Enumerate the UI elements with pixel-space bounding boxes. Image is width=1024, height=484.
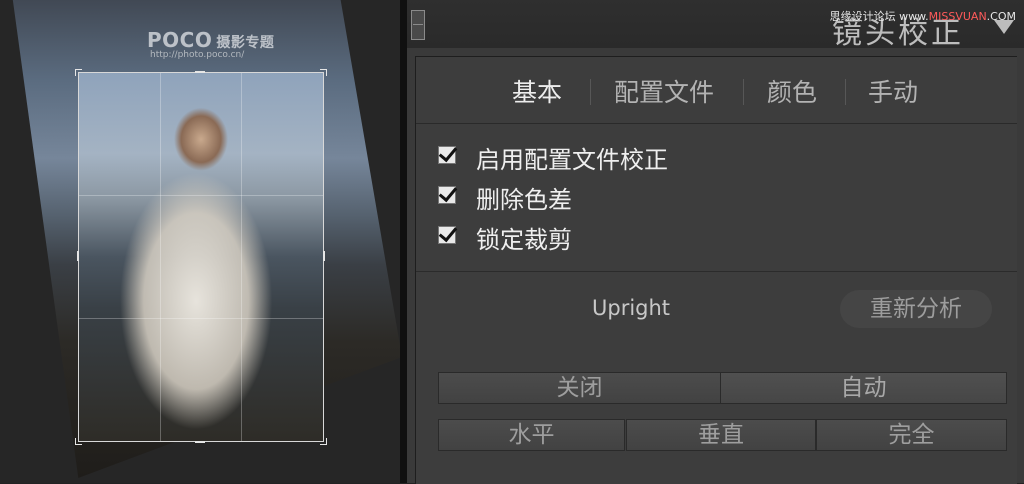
- upright-label: Upright: [592, 296, 671, 320]
- crop-handle-bottom-right[interactable]: [320, 438, 327, 445]
- tab-separator: [845, 79, 846, 105]
- photo-canvas[interactable]: POCO 摄影专题 http://photo.poco.cn/: [0, 0, 400, 483]
- checkbox-label: 启用配置文件校正: [476, 146, 668, 174]
- watermark-url: http://photo.poco.cn/: [150, 50, 245, 60]
- crop-grid-h1: [79, 195, 323, 196]
- crop-handle-right[interactable]: [323, 251, 325, 261]
- watermark-logo: POCO 摄影专题: [147, 28, 274, 52]
- checkbox-label: 锁定裁剪: [476, 226, 572, 254]
- crop-grid-v2: [241, 73, 242, 441]
- upright-level-button[interactable]: 水平: [438, 419, 625, 451]
- checkbox-constrain-crop[interactable]: [438, 226, 456, 244]
- upright-full-button[interactable]: 完全: [816, 419, 1007, 451]
- tab-color[interactable]: 颜色: [767, 73, 817, 109]
- checkbox-label: 删除色差: [476, 186, 572, 214]
- upright-off-button[interactable]: 关闭: [438, 372, 721, 404]
- reanalyze-button[interactable]: 重新分析: [840, 290, 992, 328]
- crop-handle-bottom[interactable]: [195, 441, 205, 443]
- site-watermark-suffix: .COM: [986, 10, 1016, 23]
- crop-handle-top[interactable]: [195, 71, 205, 73]
- tab-separator: [590, 79, 591, 105]
- pane-divider: [400, 0, 407, 483]
- panel-body: 基本 配置文件 颜色 手动 启用配置文件校正 删除色差 锁定裁剪 Upright…: [415, 56, 1017, 484]
- site-watermark: 思缘设计论坛 www.MISSVUAN.COM: [830, 8, 1016, 24]
- crop-handle-bottom-left[interactable]: [75, 438, 82, 445]
- upright-auto-button[interactable]: 自动: [720, 372, 1007, 404]
- watermark-logo-text: POCO: [147, 28, 213, 52]
- crop-grid-v1: [160, 73, 161, 441]
- tab-basic[interactable]: 基本: [512, 73, 562, 109]
- tab-bar: 基本 配置文件 颜色 手动: [416, 57, 1017, 124]
- checkbox-remove-ca[interactable]: [438, 186, 456, 204]
- panel-toggle-switch[interactable]: [411, 10, 425, 40]
- site-watermark-www: www.: [899, 10, 929, 23]
- watermark-logo-sub: 摄影专题: [216, 35, 275, 51]
- crop-overlay[interactable]: [75, 69, 327, 445]
- crop-handle-top-left[interactable]: [75, 69, 82, 76]
- checkbox-profile-correction[interactable]: [438, 146, 456, 164]
- panel-header[interactable]: 镜头校正 思缘设计论坛 www.MISSVUAN.COM: [407, 0, 1024, 51]
- upright-vertical-button[interactable]: 垂直: [626, 419, 816, 451]
- tab-profile[interactable]: 配置文件: [614, 73, 714, 109]
- lens-correction-panel: 镜头校正 思缘设计论坛 www.MISSVUAN.COM 基本 配置文件 颜色 …: [407, 0, 1024, 484]
- section-divider: [416, 271, 1017, 272]
- site-watermark-highlight: MISSVUAN: [928, 10, 987, 23]
- tab-separator: [743, 79, 744, 105]
- crop-grid-h2: [79, 318, 323, 319]
- crop-handle-left[interactable]: [77, 251, 79, 261]
- tab-manual[interactable]: 手动: [868, 73, 918, 109]
- site-watermark-prefix: 思缘设计论坛: [829, 10, 900, 23]
- crop-handle-top-right[interactable]: [320, 69, 327, 76]
